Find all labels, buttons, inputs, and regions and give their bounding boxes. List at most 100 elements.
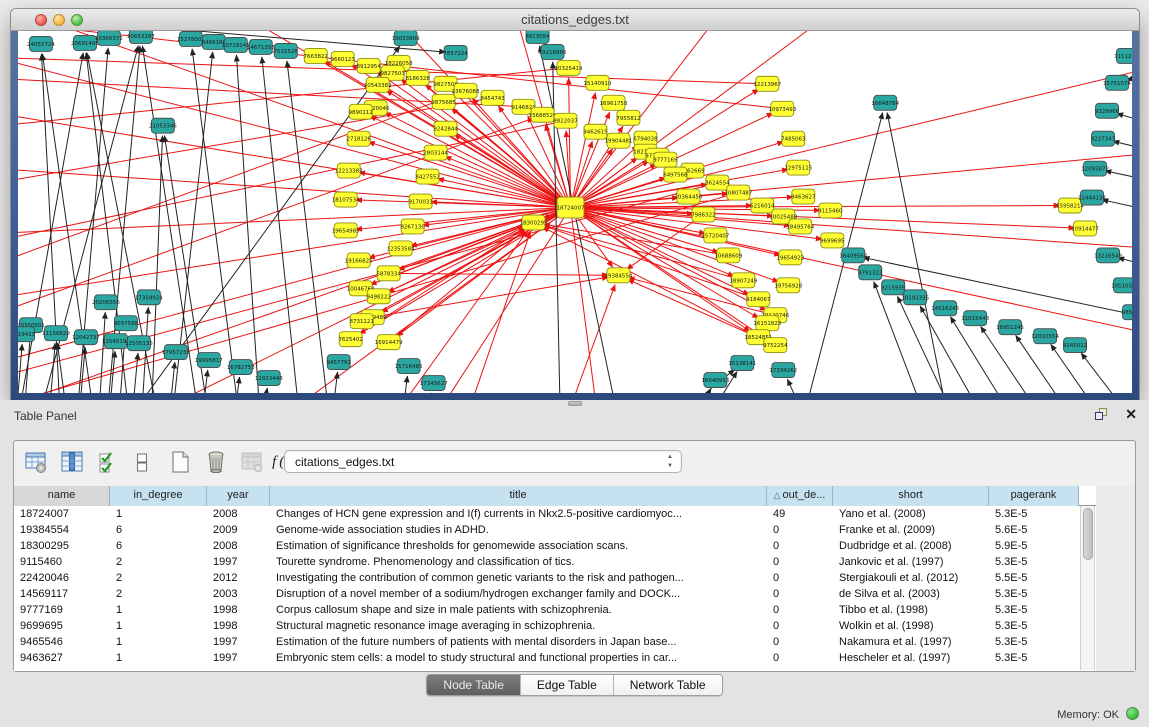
table-row[interactable]: 946362711997Embryonic stem cells: a mode… [14, 650, 1079, 666]
table-cell[interactable]: 1 [110, 602, 207, 618]
table-cell[interactable]: 1997 [207, 650, 270, 666]
graph-node[interactable]: 14516245 [931, 301, 959, 316]
table-cell[interactable]: 2012 [207, 570, 270, 586]
table-cell[interactable]: Stergiakouli et al. (2012) [833, 570, 989, 586]
graph-node[interactable]: 8822037 [553, 113, 578, 128]
graph-node[interactable]: 10914477 [1071, 221, 1099, 236]
graph-node[interactable]: 7625402 [339, 332, 363, 347]
graph-node[interactable]: 7515526 [274, 43, 299, 58]
table-row[interactable]: 2242004622012Investigating the contribut… [14, 570, 1079, 586]
table-cell[interactable]: 2 [110, 586, 207, 602]
graph-node[interactable]: 12042737 [72, 330, 100, 345]
graph-node[interactable]: 15751074 [1103, 75, 1131, 90]
deselect-all-icon[interactable] [128, 448, 156, 476]
table-cell[interactable]: Estimation of the future numbers of pati… [270, 634, 767, 650]
graph-node[interactable]: 12213967 [753, 76, 781, 91]
column-header-pagerank[interactable]: pagerank [989, 486, 1079, 506]
graph-node[interactable]: 8791322 [858, 265, 882, 280]
table-cell[interactable]: 1997 [207, 554, 270, 570]
close-panel-icon[interactable]: ✕ [1125, 406, 1137, 423]
vertical-scrollbar[interactable] [1080, 506, 1095, 670]
graph-node[interactable]: 9097588 [114, 316, 139, 331]
graph-node[interactable]: 9115460 [818, 203, 843, 218]
graph-edge[interactable] [18, 208, 571, 236]
network-canvas[interactable]: 7663822966012389129541822605898275038186… [18, 31, 1132, 393]
graph-node[interactable]: 10719145 [222, 37, 250, 52]
graph-node[interactable]: 12353584 [387, 241, 415, 256]
graph-edge[interactable] [370, 116, 571, 208]
table-cell[interactable]: Genome-wide association studies in ADHD. [270, 522, 767, 538]
graph-node[interactable]: 8454743 [480, 90, 505, 105]
graph-node[interactable]: 7485063 [781, 131, 806, 146]
column-header-in-degree[interactable]: in_degree [110, 486, 207, 506]
graph-edge[interactable] [168, 362, 175, 393]
graph-edge[interactable] [78, 347, 85, 393]
graph-node[interactable]: 10365372 [95, 31, 123, 45]
table-cell[interactable]: 19384554 [14, 522, 110, 538]
graph-node[interactable]: 19756928 [774, 278, 802, 293]
table-row[interactable]: 1872400712008Changes of HCN gene express… [14, 506, 1079, 522]
graph-edge[interactable] [1081, 353, 1132, 393]
table-cell[interactable]: 0 [767, 538, 833, 554]
graph-edge[interactable] [331, 372, 338, 393]
table-row[interactable]: 946554611997Estimation of the future num… [14, 634, 1079, 650]
table-cell[interactable]: 1 [110, 618, 207, 634]
table-cell[interactable]: Changes of HCN gene expression and I(f) … [270, 506, 767, 522]
tab-edge-table[interactable]: Edge Table [521, 675, 614, 695]
graph-node[interactable]: 10325419 [555, 60, 583, 75]
table-cell[interactable]: 0 [767, 650, 833, 666]
tab-network-table[interactable]: Network Table [614, 675, 722, 695]
scrollbar-thumb[interactable] [1083, 508, 1093, 560]
table-cell[interactable]: 2 [110, 570, 207, 586]
window-titlebar[interactable]: citations_edges.txt [11, 9, 1139, 31]
graph-node[interactable]: 9329966 [1095, 103, 1120, 118]
table-cell[interactable]: 0 [767, 586, 833, 602]
graph-node[interactable]: 9699695 [820, 233, 844, 248]
graph-node[interactable]: 17359924 [135, 290, 163, 305]
table-cell[interactable]: 9465546 [14, 634, 110, 650]
table-cell[interactable]: 2009 [207, 522, 270, 538]
graph-node[interactable]: 18495764 [786, 219, 814, 234]
graph-node[interactable]: 19904481 [605, 133, 633, 148]
table-cell[interactable]: Structural magnetic resonance image aver… [270, 618, 767, 634]
graph-node[interactable]: 9170031 [408, 194, 432, 209]
table-cell[interactable]: Embryonic stem cells: a model to study s… [270, 650, 767, 666]
table-cell[interactable]: 5.3E-5 [989, 554, 1079, 570]
graph-node[interactable]: 19166825 [345, 253, 373, 268]
graph-node[interactable]: 7955812 [616, 110, 640, 125]
graph-edge[interactable] [1102, 200, 1132, 213]
table-cell[interactable]: 18300295 [14, 538, 110, 554]
graph-node[interactable]: 7986322 [691, 207, 715, 222]
graph-node[interactable]: 9777169 [653, 152, 678, 167]
graph-node[interactable]: 8912954 [356, 58, 381, 73]
graph-node[interactable]: 12444134 [1078, 190, 1106, 205]
column-header-year[interactable]: year [207, 486, 270, 506]
table-cell[interactable]: 5.3E-5 [989, 602, 1079, 618]
graph-edge[interactable] [287, 61, 331, 393]
table-cell[interactable]: 0 [767, 602, 833, 618]
column-header-title[interactable]: title [270, 486, 767, 506]
graph-node[interactable]: 11112543 [1114, 48, 1132, 63]
table-cell[interactable]: 0 [767, 634, 833, 650]
graph-node[interactable]: 9457791 [327, 355, 351, 370]
graph-node[interactable]: 16033809 [392, 31, 420, 45]
graph-edge[interactable] [887, 113, 950, 393]
table-cell[interactable]: 5.3E-5 [989, 650, 1079, 666]
graph-edge[interactable] [18, 344, 22, 393]
graph-node[interactable]: 19995817 [195, 353, 223, 368]
table-cell[interactable]: 6 [110, 522, 207, 538]
table-cell[interactable]: 5.3E-5 [989, 618, 1079, 634]
table-cell[interactable]: 5.3E-5 [989, 506, 1079, 522]
table-cell[interactable]: 5.3E-5 [989, 586, 1079, 602]
graph-node[interactable]: 15716485 [395, 359, 423, 374]
graph-node[interactable]: 9890112 [349, 104, 373, 119]
tab-node-table[interactable]: Node Table [427, 675, 521, 695]
graph-node[interactable]: 10543382 [364, 77, 392, 92]
table-cell[interactable]: 1998 [207, 602, 270, 618]
graph-node[interactable]: 16951245 [996, 320, 1024, 335]
graph-edge[interactable] [261, 388, 267, 393]
table-cell[interactable]: Tourette syndrome. Phenomenology and cla… [270, 554, 767, 570]
table-cell[interactable]: Tibbo et al. (1998) [833, 602, 989, 618]
graph-node[interactable]: 16782753 [227, 360, 255, 375]
table-cell[interactable]: 1 [110, 650, 207, 666]
